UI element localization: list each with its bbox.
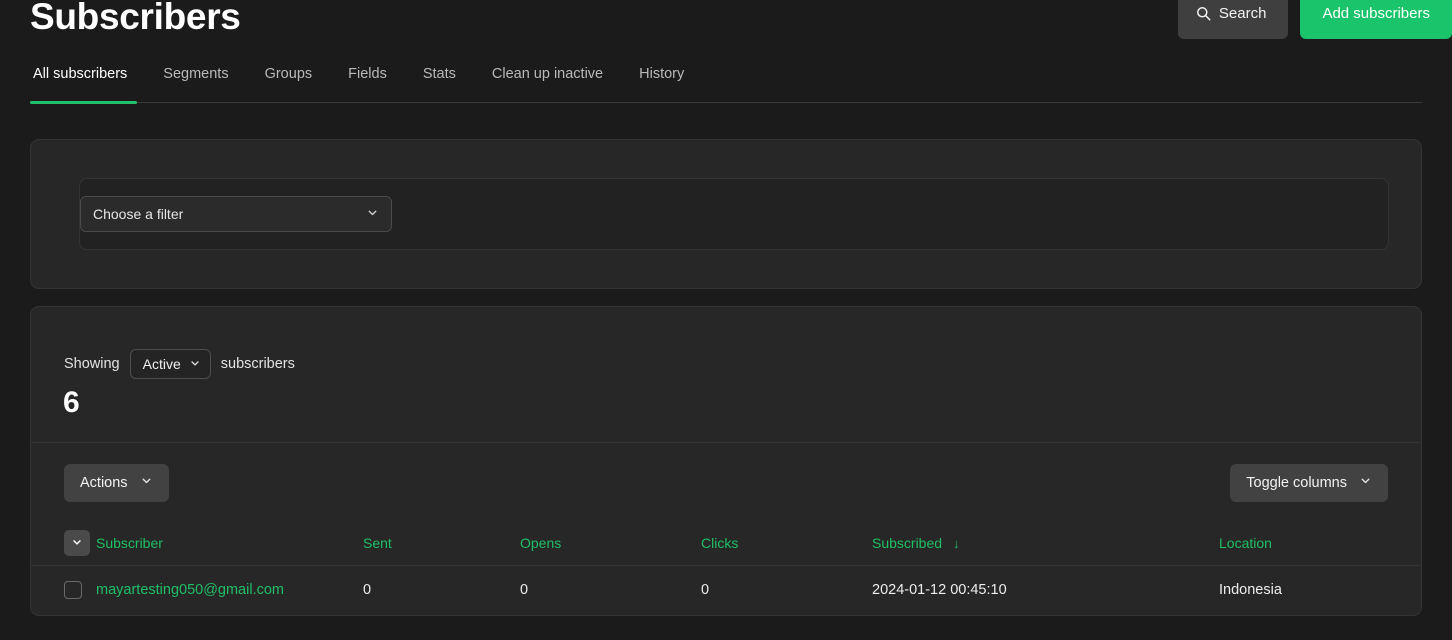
page-title: Subscribers xyxy=(30,0,241,37)
chevron-down-icon xyxy=(1359,474,1372,491)
status-filter-select[interactable]: Active xyxy=(129,349,211,379)
tab-bar: All subscribers Segments Groups Fields S… xyxy=(30,46,1422,104)
tab-groups[interactable]: Groups xyxy=(247,46,331,103)
tab-label: Fields xyxy=(348,65,387,82)
showing-row: Showing Active subscribers xyxy=(31,307,1421,379)
table-head: Subscriber Sent Opens Clicks Subscribed … xyxy=(31,522,1421,566)
status-filter-value: Active xyxy=(142,356,181,372)
tab-label: Groups xyxy=(264,65,313,82)
cell-subscriber: mayartesting050@gmail.com xyxy=(96,565,363,615)
table-body: mayartesting050@gmail.com 0 0 0 2024-01-… xyxy=(31,565,1421,615)
subscribers-table: Subscriber Sent Opens Clicks Subscribed … xyxy=(31,522,1421,615)
table-toolbar: Actions Toggle columns xyxy=(31,442,1421,522)
header-actions: Search Add subscribers xyxy=(1177,0,1452,39)
add-subscribers-label: Add subscribers xyxy=(1322,5,1430,22)
sort-descending-icon: ↓ xyxy=(952,536,960,552)
chevron-down-icon xyxy=(189,356,201,372)
cell-clicks: 0 xyxy=(701,582,710,599)
add-subscribers-button[interactable]: Add subscribers xyxy=(1300,0,1452,39)
column-label: Clicks xyxy=(701,535,739,552)
search-icon xyxy=(1196,6,1211,21)
column-label: Location xyxy=(1219,535,1272,552)
page-header: Subscribers Search Add subscribers xyxy=(0,0,1452,46)
row-select-cell xyxy=(31,565,96,615)
column-label: Opens xyxy=(520,535,562,552)
table-header-row: Subscriber Sent Opens Clicks Subscribed … xyxy=(31,522,1421,566)
tab-label: Clean up inactive xyxy=(491,65,604,82)
showing-suffix-label: subscribers xyxy=(220,356,295,372)
cell-opens: 0 xyxy=(520,582,529,599)
tab-stats[interactable]: Stats xyxy=(405,46,474,103)
filter-card: Choose a filter xyxy=(30,139,1422,289)
column-label: Subscribed xyxy=(872,535,943,552)
subscriber-email-link[interactable]: mayartesting050@gmail.com xyxy=(96,582,284,598)
column-label: Sent xyxy=(363,535,392,552)
tab-all-subscribers[interactable]: All subscribers xyxy=(30,46,145,104)
cell-location: Indonesia xyxy=(1219,582,1282,599)
column-header-subscriber[interactable]: Subscriber xyxy=(96,522,363,566)
actions-button[interactable]: Actions xyxy=(64,463,169,502)
column-header-opens[interactable]: Opens xyxy=(520,522,701,566)
select-all-dropdown-button[interactable] xyxy=(64,530,90,557)
filter-inner-panel: Choose a filter xyxy=(79,178,1389,250)
chevron-down-icon xyxy=(71,535,83,551)
search-button[interactable]: Search xyxy=(1177,0,1289,39)
column-header-location[interactable]: Location xyxy=(1219,522,1421,566)
actions-button-label: Actions xyxy=(80,474,128,491)
column-label: Subscriber xyxy=(96,535,163,552)
column-header-subscribed[interactable]: Subscribed ↓ xyxy=(872,522,1219,566)
select-all-header xyxy=(31,522,96,566)
cell-subscribed: 2024-01-12 00:45:10 xyxy=(872,582,1007,599)
choose-filter-select[interactable]: Choose a filter xyxy=(80,196,392,232)
subscribers-card: Showing Active subscribers 6 Actions Tog… xyxy=(30,306,1422,616)
toggle-columns-button[interactable]: Toggle columns xyxy=(1230,463,1388,502)
showing-prefix-label: Showing xyxy=(64,356,120,372)
subscriber-count: 6 xyxy=(63,386,80,419)
tab-clean-up-inactive[interactable]: Clean up inactive xyxy=(474,46,621,103)
tab-label: History xyxy=(639,65,685,82)
choose-filter-value: Choose a filter xyxy=(93,206,184,222)
tab-history[interactable]: History xyxy=(621,46,702,103)
chevron-down-icon xyxy=(140,474,153,491)
tab-label: All subscribers xyxy=(33,65,128,82)
cell-sent: 0 xyxy=(363,582,372,599)
column-header-clicks[interactable]: Clicks xyxy=(701,522,872,566)
search-button-label: Search xyxy=(1218,5,1267,22)
tab-label: Stats xyxy=(422,65,456,82)
tab-label: Segments xyxy=(163,65,229,82)
row-checkbox[interactable] xyxy=(64,581,82,600)
tab-segments[interactable]: Segments xyxy=(145,46,246,103)
table-row[interactable]: mayartesting050@gmail.com 0 0 0 2024-01-… xyxy=(31,565,1421,615)
tab-fields[interactable]: Fields xyxy=(330,46,405,103)
chevron-down-icon xyxy=(366,206,379,222)
column-header-sent[interactable]: Sent xyxy=(363,522,520,566)
toggle-columns-label: Toggle columns xyxy=(1246,474,1347,491)
